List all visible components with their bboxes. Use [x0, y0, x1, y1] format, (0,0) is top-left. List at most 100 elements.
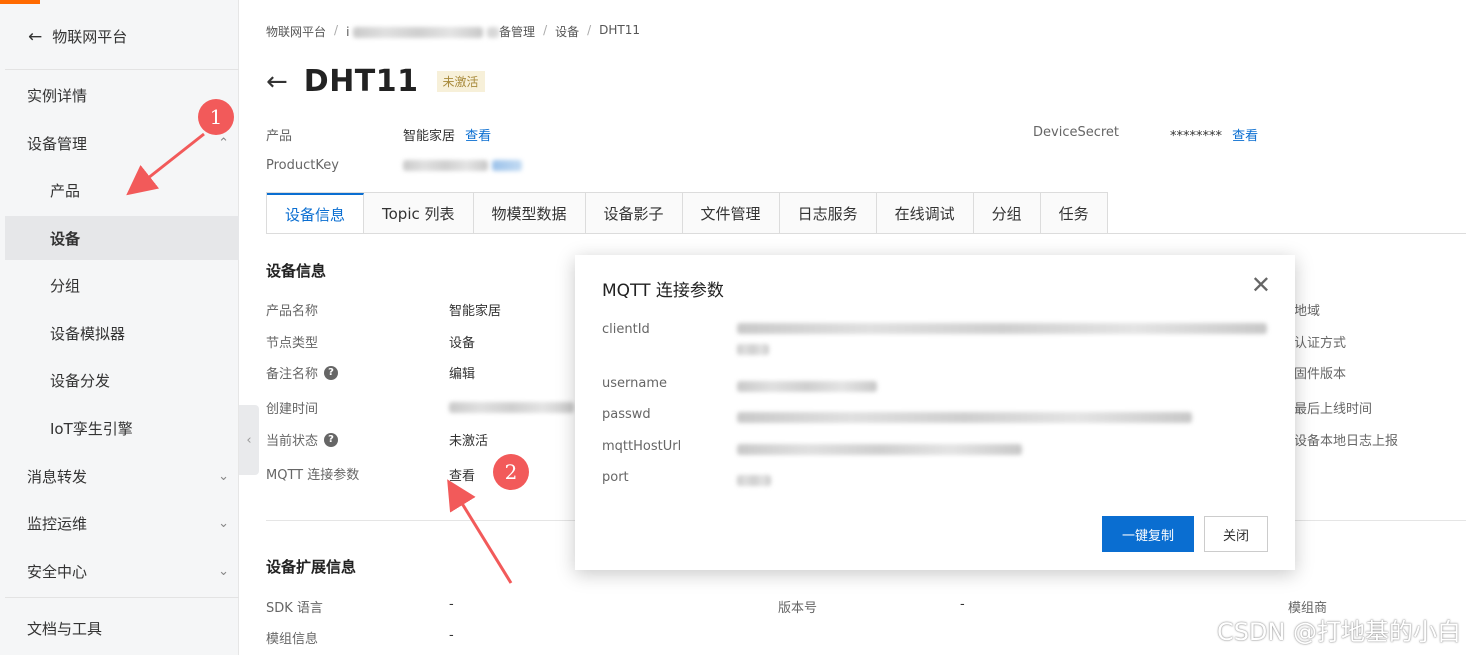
device-secret-view-link[interactable]: 查看 — [1232, 129, 1258, 144]
dialog-value-port — [737, 473, 771, 488]
sidebar-item-monitoring[interactable]: 监控运维 ⌄ — [5, 501, 239, 545]
edit-remark-link[interactable]: 编辑 — [449, 363, 475, 382]
productkey-value — [403, 158, 523, 173]
product-view-link[interactable]: 查看 — [465, 129, 491, 144]
page-title: DHT11 — [303, 64, 419, 99]
field-label-text: 产品名称 — [266, 304, 319, 319]
sidebar-item-label: IoT孪生引擎 — [50, 419, 133, 438]
sidebar-item-device-simulator[interactable]: 设备模拟器 — [5, 311, 239, 355]
field-label-version: 版本号 — [778, 601, 818, 616]
productkey-label: ProductKey — [266, 158, 339, 173]
copy-all-button[interactable]: 一键复制 — [1102, 516, 1194, 552]
sidebar-item-devices[interactable]: 设备 — [5, 216, 239, 260]
field-label-created-time: 创建时间 — [266, 398, 318, 417]
annotation-marker-1: 1 — [198, 99, 234, 135]
tab-file-management[interactable]: 文件管理 — [682, 193, 780, 234]
dialog-value-mqtthosturl — [737, 442, 1022, 457]
product-value-row: 智能家居 查看 — [403, 125, 491, 144]
breadcrumb-device-management: 备管理 — [499, 25, 536, 39]
copy-link-redacted[interactable] — [492, 160, 523, 171]
breadcrumb-devices[interactable]: 设备 — [555, 23, 579, 40]
dialog-label-mqtthosturl: mqttHostUrl — [602, 439, 682, 454]
field-label-text: MQTT 连接参数 — [266, 468, 360, 483]
breadcrumb: 物联网平台 / i 备管理 / 设备 / DHT11 — [266, 23, 640, 40]
redacted-text — [487, 27, 500, 38]
field-value-created-time — [449, 400, 574, 415]
tab-log-service[interactable]: 日志服务 — [779, 193, 877, 234]
dialog-label-clientid: clientId — [602, 322, 650, 337]
tab-bar: 设备信息 Topic 列表 物模型数据 设备影子 文件管理 日志服务 在线调试 … — [266, 192, 1108, 234]
redacted-text — [353, 27, 484, 38]
watermark: CSDN @打地基的小白 — [1216, 618, 1461, 646]
chevron-up-icon: ⌃ — [218, 135, 229, 151]
sidebar-divider — [5, 597, 239, 598]
field-value-node-type: 设备 — [449, 336, 476, 351]
sidebar-item-device-distribution[interactable]: 设备分发 — [5, 358, 239, 402]
sidebar-item-label: 消息转发 — [27, 467, 88, 486]
sidebar-item-security-center[interactable]: 安全中心 ⌄ — [5, 549, 239, 593]
sidebar-item-message-forwarding[interactable]: 消息转发 ⌄ — [5, 454, 239, 498]
dialog-label-passwd: passwd — [602, 407, 651, 422]
field-label-text: 节点类型 — [266, 336, 319, 351]
redacted-text — [737, 323, 1267, 334]
mqtt-params-dialog: MQTT 连接参数 ✕ clientId username passwd mqt… — [575, 255, 1295, 570]
redacted-text — [737, 381, 877, 392]
tab-baseline — [266, 233, 1466, 234]
sidebar-item-label: 安全中心 — [27, 562, 88, 581]
annotation-arrow-2 — [447, 479, 513, 584]
field-label-remark-name: 备注名称? — [266, 363, 339, 382]
mqtt-params-view-link[interactable]: 查看 — [449, 465, 475, 484]
chevron-down-icon: ⌄ — [218, 515, 229, 531]
sidebar-back-link[interactable]: ← 物联网平台 — [28, 26, 127, 47]
sidebar-item-docs-tools[interactable]: 文档与工具 — [5, 606, 239, 650]
sidebar-item-groups[interactable]: 分组 — [5, 263, 239, 307]
sidebar-item-iot-twin-engine[interactable]: IoT孪生引擎 — [5, 406, 239, 450]
field-label-text: SDK 语言 — [266, 601, 323, 616]
tab-device-shadow[interactable]: 设备影子 — [585, 193, 683, 234]
device-secret-value: ******** — [1170, 129, 1222, 144]
status-badge: 未激活 — [436, 71, 485, 92]
tab-online-debug[interactable]: 在线调试 — [876, 193, 974, 234]
redacted-text — [403, 160, 488, 171]
field-value-product-name: 智能家居 — [449, 304, 502, 319]
dialog-value-username — [737, 379, 877, 394]
sidebar-collapse-handle[interactable]: ‹ — [239, 405, 259, 475]
field-value-sdk-language: - — [449, 597, 454, 612]
close-icon[interactable]: ✕ — [1251, 273, 1271, 297]
redacted-text — [449, 402, 574, 413]
field-label-current-status: 当前状态? — [266, 430, 339, 449]
field-label-last-online: 最后上线时间 — [1294, 402, 1373, 417]
close-button[interactable]: 关闭 — [1204, 516, 1268, 552]
sidebar-item-label: 产品 — [50, 181, 81, 200]
field-label-module-info: 模组信息 — [266, 628, 318, 647]
breadcrumb-root[interactable]: 物联网平台 — [266, 23, 326, 40]
field-label-sdk-language: SDK 语言 — [266, 597, 323, 616]
tab-device-info[interactable]: 设备信息 — [267, 193, 365, 234]
field-value-module-info: - — [449, 628, 454, 643]
tab-topic-list[interactable]: Topic 列表 — [364, 193, 474, 234]
annotation-marker-2: 2 — [493, 454, 529, 490]
breadcrumb-instance[interactable]: i 备管理 — [346, 23, 535, 40]
sidebar-back-label: 物联网平台 — [52, 28, 128, 46]
sidebar-item-label: 设备分发 — [50, 371, 111, 390]
chevron-down-icon: ⌄ — [218, 563, 229, 579]
breadcrumb-separator: / — [543, 23, 548, 37]
help-icon[interactable]: ? — [324, 365, 339, 380]
brand-accent-bar — [0, 0, 40, 4]
tab-thing-model-data[interactable]: 物模型数据 — [473, 193, 586, 234]
field-label-text: 创建时间 — [266, 402, 319, 417]
tab-groups[interactable]: 分组 — [973, 193, 1041, 234]
field-label-product-name: 产品名称 — [266, 300, 318, 319]
page-header: ← DHT11 未激活 — [266, 64, 485, 99]
sidebar-item-products[interactable]: 产品 — [5, 168, 239, 212]
extended-info-title: 设备扩展信息 — [266, 558, 357, 576]
redacted-text — [737, 412, 1192, 423]
device-secret-row: ******** 查看 — [1170, 125, 1258, 144]
sidebar-item-label: 分组 — [50, 276, 81, 295]
dialog-value-passwd — [737, 410, 1192, 425]
tab-tasks[interactable]: 任务 — [1040, 193, 1107, 234]
field-value-version: - — [960, 597, 965, 612]
back-arrow-icon[interactable]: ← — [266, 67, 288, 97]
sidebar: ← 物联网平台 实例详情 设备管理 ⌃ 产品 设备 分组 设备模拟器 设备分发 I… — [0, 0, 239, 655]
help-icon[interactable]: ? — [324, 432, 339, 447]
